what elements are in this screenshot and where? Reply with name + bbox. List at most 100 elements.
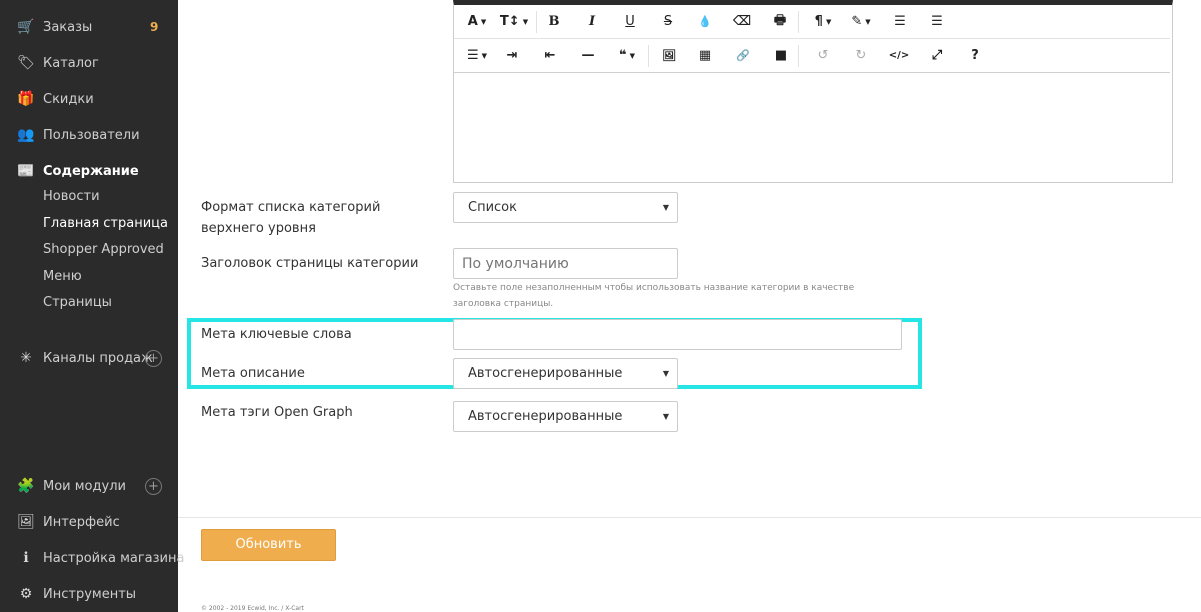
quote-button[interactable]: ❝ ▼: [612, 43, 642, 69]
strikethrough-button[interactable]: S: [656, 9, 680, 35]
outdent-button[interactable]: ⇤: [538, 43, 562, 69]
category-title-label: Заголовок страницы категории: [201, 256, 419, 271]
add-channel-icon[interactable]: +: [145, 349, 162, 367]
sidebar-subitem-pages[interactable]: Страницы: [43, 295, 112, 310]
rich-text-editor: A ▼ T↕ ▼ B I U S 💧 ⌫ 🖶 ¶ ▼ ✎ ▼ ☰ ☰ ☰ ▼ ⇥ ⇤ — …: [453, 0, 1173, 183]
paragraph-button[interactable]: ¶ ▼: [808, 9, 838, 35]
sidebar-item-catalog[interactable]: 🏷 Каталог: [0, 51, 178, 75]
chevron-down-icon: ▼: [522, 17, 529, 26]
interface-icon: 🖼: [17, 514, 35, 530]
sidebar-subitem-shopper-approved[interactable]: Shopper Approved: [43, 242, 164, 257]
sidebar-item-my-modules[interactable]: 🧩 Мои модули +: [0, 474, 178, 498]
update-button[interactable]: Обновить: [201, 529, 336, 561]
sidebar-subitem-menu[interactable]: Меню: [43, 269, 82, 284]
chevron-down-icon: ▼: [480, 17, 487, 26]
meta-description-label: Мета описание: [201, 366, 305, 381]
toolbar-divider: [798, 11, 799, 33]
orders-count-badge: 9: [150, 20, 159, 34]
og-tags-select[interactable]: Автосгенерированные ▼: [453, 401, 678, 432]
sidebar-item-interface[interactable]: 🖼 Интерфейс: [0, 510, 178, 534]
quote-icon: ❝: [618, 48, 627, 63]
editor-text-area[interactable]: [454, 74, 1172, 182]
add-module-icon[interactable]: +: [145, 477, 162, 495]
eraser-button[interactable]: ⌫: [730, 9, 754, 35]
gear-icon: ⚙: [19, 586, 33, 602]
toolbar-divider: [536, 11, 537, 33]
sidebar-item-tools[interactable]: ⚙ Инструменты: [0, 582, 178, 606]
chevron-down-icon: ▼: [662, 203, 669, 212]
channels-icon: ✳: [20, 350, 32, 366]
sidebar-item-sales-channels[interactable]: ✳ Каналы продаж +: [0, 346, 178, 370]
modules-icon: 🧩: [17, 478, 35, 494]
toolbar-divider: [648, 45, 649, 67]
content-icon: 📰: [17, 163, 35, 179]
chevron-down-icon: ▼: [481, 51, 488, 60]
italic-button[interactable]: I: [580, 9, 604, 35]
sidebar-item-store-setup[interactable]: ℹ Настройка магазина: [0, 546, 184, 570]
video-button[interactable]: ■: [769, 43, 793, 69]
og-tags-label: Мета тэги Open Graph: [201, 405, 353, 420]
table-button[interactable]: ▦: [693, 43, 717, 69]
meta-keywords-label: Мета ключевые слова: [201, 327, 352, 342]
meta-keywords-input[interactable]: [453, 319, 902, 350]
sidebar-item-label: Заказы: [43, 19, 93, 35]
sidebar-item-discounts[interactable]: 🎁 Скидки: [0, 87, 178, 111]
sidebar-item-label: Интерфейс: [43, 514, 120, 530]
og-tags-value: Автосгенерированные: [468, 409, 623, 424]
sidebar-item-label: Инструменты: [43, 586, 137, 602]
sidebar-item-label: Содержание: [43, 163, 139, 179]
sidebar-item-orders[interactable]: 🛒 Заказы 9: [0, 15, 178, 39]
sidebar-subitem-news[interactable]: Новости: [43, 189, 100, 204]
sidebar-subitem-home-page[interactable]: Главная страница: [43, 216, 168, 231]
main-content: A ▼ T↕ ▼ B I U S 💧 ⌫ 🖶 ¶ ▼ ✎ ▼ ☰ ☰ ☰ ▼ ⇥ ⇤ — …: [178, 0, 1201, 612]
align-button[interactable]: ☰ ▼: [462, 43, 492, 69]
sidebar-item-label: Каталог: [43, 55, 99, 71]
category-format-select[interactable]: Список ▼: [453, 192, 678, 223]
sidebar: 🛒 Заказы 9 🏷 Каталог 🎁 Скидки 👥 Пользова…: [0, 0, 184, 612]
font-style-button[interactable]: A ▼: [462, 9, 492, 35]
sidebar-item-label: Каналы продаж: [43, 350, 153, 366]
color-button[interactable]: 💧: [693, 9, 717, 35]
sidebar-item-label: Мои модули: [43, 478, 126, 494]
chevron-down-icon: ▼: [825, 17, 832, 26]
sidebar-item-label: Настройка магазина: [43, 550, 185, 566]
sidebar-item-content[interactable]: 📰 Содержание: [0, 159, 178, 183]
orders-icon: 🛒: [17, 19, 35, 35]
meta-description-value: Автосгенерированные: [468, 366, 623, 381]
code-view-button[interactable]: </>: [885, 43, 913, 69]
font-size-button[interactable]: T↕ ▼: [499, 9, 529, 35]
fullscreen-button[interactable]: ⤢: [925, 43, 949, 69]
indent-button[interactable]: ⇥: [500, 43, 524, 69]
magic-button[interactable]: ✎ ▼: [846, 9, 876, 35]
editor-toolbar-row-1: A ▼ T↕ ▼ B I U S 💧 ⌫ 🖶 ¶ ▼ ✎ ▼ ☰ ☰: [454, 5, 1170, 39]
sidebar-item-users[interactable]: 👥 Пользователи: [0, 123, 178, 147]
print-button[interactable]: 🖶: [768, 9, 792, 35]
bold-button[interactable]: B: [542, 9, 566, 35]
category-format-label: Формат списка категорий верхнего уровня: [201, 200, 381, 236]
chevron-down-icon: ▼: [865, 17, 871, 26]
ordered-list-button[interactable]: ☰: [888, 9, 912, 35]
horizontal-rule-button[interactable]: —: [576, 43, 600, 69]
chevron-down-icon: ▼: [662, 412, 669, 421]
redo-button[interactable]: ↻: [849, 43, 873, 69]
underline-button[interactable]: U: [618, 9, 642, 35]
category-title-hint: Оставьте поле незаполненным чтобы исполь…: [453, 283, 855, 309]
toolbar-divider: [798, 45, 799, 67]
magic-wand-icon: ✎: [851, 14, 863, 29]
gift-icon: 🎁: [17, 91, 35, 107]
copyright-text: © 2002 - 2019 Ecwid, Inc. / X-Cart: [201, 605, 304, 612]
category-title-input[interactable]: [453, 248, 678, 279]
help-button[interactable]: ?: [963, 43, 987, 69]
undo-button[interactable]: ↺: [811, 43, 835, 69]
paragraph-icon: ¶: [814, 14, 823, 29]
users-icon: 👥: [17, 127, 35, 143]
editor-toolbar-row-2: ☰ ▼ ⇥ ⇤ — ❝ ▼ 🖼 ▦ 🔗 ■ ↺ ↻ </> ⤢ ?: [454, 39, 1170, 73]
sidebar-item-label: Пользователи: [43, 127, 140, 143]
link-button[interactable]: 🔗: [731, 43, 755, 69]
meta-description-select[interactable]: Автосгенерированные ▼: [453, 358, 678, 389]
font-size-icon: T↕: [499, 14, 520, 29]
chevron-down-icon: ▼: [662, 369, 669, 378]
unordered-list-button[interactable]: ☰: [925, 9, 949, 35]
image-button[interactable]: 🖼: [657, 43, 681, 69]
footer-divider: [178, 517, 1201, 518]
